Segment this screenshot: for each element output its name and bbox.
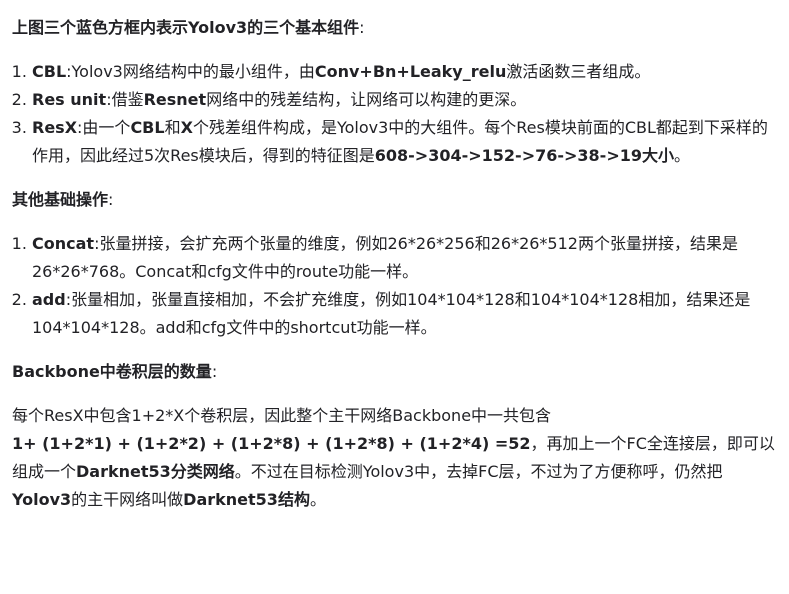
item-text: 张量相加，张量直接相加，不会扩充维度，例如104*104*128和104*104… xyxy=(32,290,751,337)
item-text: 由一个 xyxy=(82,118,131,137)
list-item-cbl: CBL:Yolov3网络结构中的最小组件，由Conv+Bn+Leaky_relu… xyxy=(32,58,779,86)
heading-text: 其他基础操作 xyxy=(12,190,109,209)
term-add: add xyxy=(32,290,66,309)
section-heading-backbone: Backbone中卷积层的数量: xyxy=(12,358,779,386)
components-list: CBL:Yolov3网络结构中的最小组件，由Conv+Bn+Leaky_relu… xyxy=(12,58,779,170)
para-bold: Darknet53结构 xyxy=(183,490,310,509)
item-text: 激活函数三者组成。 xyxy=(506,62,651,81)
term-resx: ResX xyxy=(32,118,78,137)
item-bold: Resnet xyxy=(143,90,207,109)
item-bold: 608->304->152->76->38->19大小 xyxy=(374,146,674,165)
conv-count-formula: 1+ (1+2*1) + (1+2*2) + (1+2*8) + (1+2*8)… xyxy=(12,434,531,453)
para-bold: Darknet53分类网络 xyxy=(76,462,235,481)
heading-colon: : xyxy=(211,362,218,381)
item-bold: CBL xyxy=(130,118,165,137)
para-text: 。不过在目标检测Yolov3中，去掉FC层，不过为了方便称呼，仍然把 xyxy=(234,462,723,481)
basic-ops-list: Concat:张量拼接，会扩充两个张量的维度，例如26*26*256和26*26… xyxy=(12,230,779,342)
list-item-concat: Concat:张量拼接，会扩充两个张量的维度，例如26*26*256和26*26… xyxy=(32,230,779,286)
backbone-paragraph: 每个ResX中包含1+2*X个卷积层，因此整个主干网络Backbone中一共包含… xyxy=(12,402,779,514)
section-heading-basic-ops: 其他基础操作: xyxy=(12,186,779,214)
heading-text: Backbone中卷积层的数量 xyxy=(12,362,212,381)
item-text: 借鉴 xyxy=(111,90,144,109)
item-text: 网络中的残差结构，让网络可以构建的更深。 xyxy=(206,90,527,109)
item-text: 张量拼接，会扩充两个张量的维度，例如26*26*256和26*26*512两个张… xyxy=(32,234,738,281)
para-text: 的主干网络叫做 xyxy=(71,490,184,509)
term-cbl: CBL xyxy=(32,62,67,81)
item-text: 。 xyxy=(674,146,691,165)
article-body: 上图三个蓝色方框内表示Yolov3的三个基本组件: CBL:Yolov3网络结构… xyxy=(0,0,789,514)
para-text: 每个ResX中包含1+2*X个卷积层，因此整个主干网络Backbone中一共包含 xyxy=(12,406,552,425)
list-item-resx: ResX:由一个CBL和X个残差组件构成，是Yolov3中的大组件。每个Res模… xyxy=(32,114,779,170)
item-text: Yolov3网络结构中的最小组件，由 xyxy=(71,62,315,81)
term-concat: Concat xyxy=(32,234,95,253)
heading-colon: : xyxy=(108,190,114,209)
term-res-unit: Res unit xyxy=(32,90,107,109)
heading-text: 上图三个蓝色方框内表示Yolov3的三个基本组件 xyxy=(12,18,360,37)
para-bold: Yolov3 xyxy=(12,490,72,509)
list-item-add: add:张量相加，张量直接相加，不会扩充维度，例如104*104*128和104… xyxy=(32,286,779,342)
item-bold: X xyxy=(180,118,193,137)
para-text: 。 xyxy=(309,490,326,509)
section-heading-components: 上图三个蓝色方框内表示Yolov3的三个基本组件: xyxy=(12,14,779,42)
heading-colon: : xyxy=(359,18,365,37)
item-text: 和 xyxy=(164,118,181,137)
list-item-res-unit: Res unit:借鉴Resnet网络中的残差结构，让网络可以构建的更深。 xyxy=(32,86,779,114)
item-bold: Conv+Bn+Leaky_relu xyxy=(314,62,507,81)
